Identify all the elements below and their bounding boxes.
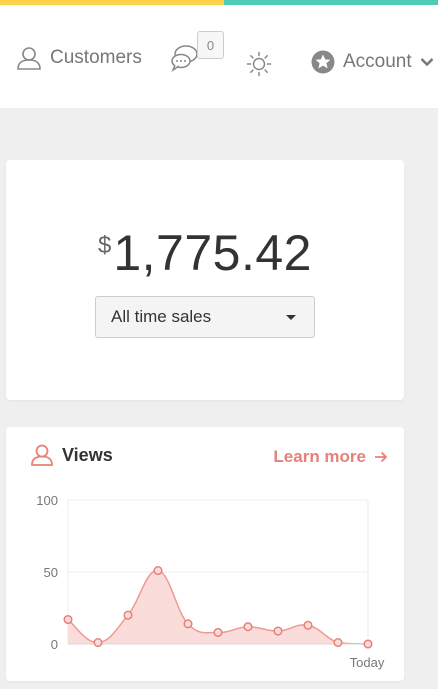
sun-icon bbox=[246, 51, 272, 77]
views-point bbox=[303, 620, 313, 630]
views-chart: 0 50 100 Today bbox=[36, 493, 385, 670]
y-tick-label: 0 bbox=[51, 637, 58, 652]
caret-down-icon bbox=[286, 315, 296, 320]
account-label: Account bbox=[343, 51, 412, 72]
views-point bbox=[183, 619, 193, 629]
chat-bubbles-icon bbox=[171, 45, 198, 72]
views-point bbox=[123, 610, 133, 620]
views-point bbox=[273, 626, 283, 636]
currency-symbol: $ bbox=[98, 232, 112, 259]
views-point bbox=[213, 627, 223, 638]
star-badge-icon bbox=[311, 50, 335, 74]
chevron-down-icon bbox=[420, 58, 434, 67]
account-menu[interactable]: Account bbox=[311, 49, 434, 75]
sales-range-selected: All time sales bbox=[111, 307, 212, 326]
y-tick-label: 100 bbox=[36, 493, 58, 508]
y-tick-label: 50 bbox=[44, 565, 58, 580]
sales-total: 1,775.42 bbox=[113, 225, 312, 281]
sales-range-select[interactable]: All time sales bbox=[95, 296, 315, 338]
sales-card: $1,775.42 All time sales bbox=[6, 160, 404, 400]
views-point bbox=[93, 638, 103, 648]
x-tick-label: Today bbox=[350, 655, 385, 670]
nav-customers-label: Customers bbox=[50, 47, 142, 68]
theme-toggle[interactable] bbox=[246, 51, 272, 77]
views-card: Views Learn more 0 50 100 Today bbox=[6, 427, 404, 681]
sales-amount: $1,775.42 bbox=[6, 224, 404, 282]
top-nav: Customers 0 Account bbox=[0, 5, 438, 108]
views-point bbox=[153, 566, 163, 576]
views-point bbox=[63, 614, 73, 625]
nav-customers[interactable]: Customers bbox=[16, 45, 142, 71]
views-point bbox=[363, 639, 373, 649]
views-point bbox=[243, 622, 253, 632]
user-icon bbox=[17, 47, 41, 70]
views-point bbox=[333, 638, 343, 648]
messages-count-badge: 0 bbox=[197, 31, 224, 59]
